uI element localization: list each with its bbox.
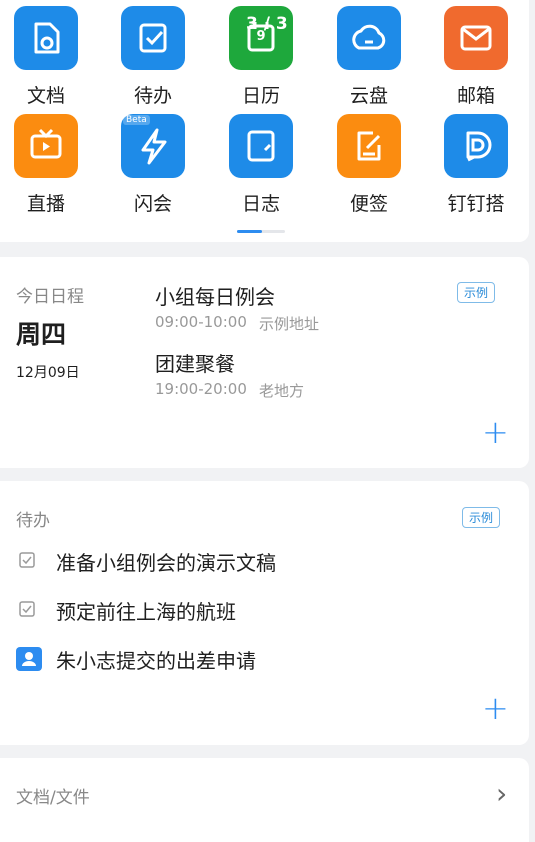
checkbox-icon[interactable] [19, 601, 35, 617]
add-todo-button[interactable]: + [482, 692, 509, 724]
schedule-weekday: 周四 [16, 320, 67, 349]
event-time: 09:00-10:00 [155, 313, 247, 331]
event-place: 示例地址 [259, 315, 320, 333]
files-title: 文档/文件 [16, 788, 90, 808]
files-card[interactable]: 文档/文件 › [0, 758, 529, 842]
app-flash-meeting[interactable]: Beta 闪会 [113, 109, 193, 219]
todo-title: 待办 [16, 511, 50, 531]
add-schedule-button[interactable]: + [482, 416, 509, 448]
schedule-date: 12月09日 [16, 365, 80, 381]
app-label: 直播 [26, 193, 65, 215]
event-place: 老地方 [259, 382, 305, 400]
app-label: 闪会 [133, 193, 172, 215]
note-icon [337, 114, 401, 178]
todo-item-text: 预定前往上海的航班 [56, 600, 236, 624]
app-label: 日志 [241, 193, 280, 215]
app-live[interactable]: 直播 [6, 109, 86, 219]
schedule-card[interactable]: 今日日程 周四 12月09日 示例 小组每日例会 09:00-10:00 示例地… [0, 257, 529, 468]
app-journal[interactable]: 日志 [221, 109, 301, 219]
chevron-right-icon[interactable]: › [496, 777, 507, 810]
page-indicator-overlay: 3 / 3 [246, 14, 288, 34]
app-label: 云盘 [349, 85, 388, 107]
app-notes[interactable]: 便签 [329, 109, 409, 219]
dingda-icon [444, 114, 508, 178]
example-tag: 示例 [462, 507, 501, 528]
todo-card[interactable]: 待办 示例 准备小组例会的演示文稿 预定前往上海的航班 朱小志提交的出差申请 + [0, 481, 529, 745]
page-indicator-active [237, 230, 262, 233]
flash-meeting-icon: Beta [121, 114, 185, 178]
example-tag: 示例 [457, 282, 496, 303]
app-documents[interactable]: 文档 [6, 0, 86, 110]
app-todo[interactable]: 待办 [113, 0, 193, 110]
app-label: 邮箱 [456, 85, 495, 107]
cloud-icon [337, 6, 401, 70]
document-icon [14, 6, 78, 70]
page-indicator [237, 230, 285, 233]
app-dingda[interactable]: 钉钉搭 [436, 109, 516, 219]
schedule-title: 今日日程 [16, 287, 84, 307]
event-title[interactable]: 小组每日例会 [155, 281, 275, 310]
app-label: 日历 [241, 85, 280, 107]
todo-item-text: 准备小组例会的演示文稿 [56, 551, 276, 575]
app-calendar[interactable]: 9 3 / 3 日历 [221, 0, 301, 110]
app-grid-card: 文档 待办 9 3 / 3 日历 云盘 邮箱 直播 Beta 闪会 日志 便签 … [0, 0, 529, 242]
event-time: 19:00-20:00 [155, 380, 247, 398]
todo-check-icon [121, 6, 185, 70]
beta-badge: Beta [123, 115, 150, 125]
live-tv-icon [14, 114, 78, 178]
calendar-icon: 9 3 / 3 [229, 6, 293, 70]
approval-person-icon [16, 647, 42, 671]
app-label: 文档 [26, 85, 65, 107]
journal-icon [229, 114, 293, 178]
event-title[interactable]: 团建聚餐 [155, 348, 235, 377]
app-cloud-drive[interactable]: 云盘 [329, 0, 409, 110]
app-label: 待办 [133, 85, 172, 107]
checkbox-icon[interactable] [19, 552, 35, 568]
mail-icon [444, 6, 508, 70]
app-mail[interactable]: 邮箱 [436, 0, 516, 110]
todo-item-text: 朱小志提交的出差申请 [56, 649, 256, 673]
app-label: 便签 [349, 193, 388, 215]
app-label: 钉钉搭 [447, 193, 505, 215]
